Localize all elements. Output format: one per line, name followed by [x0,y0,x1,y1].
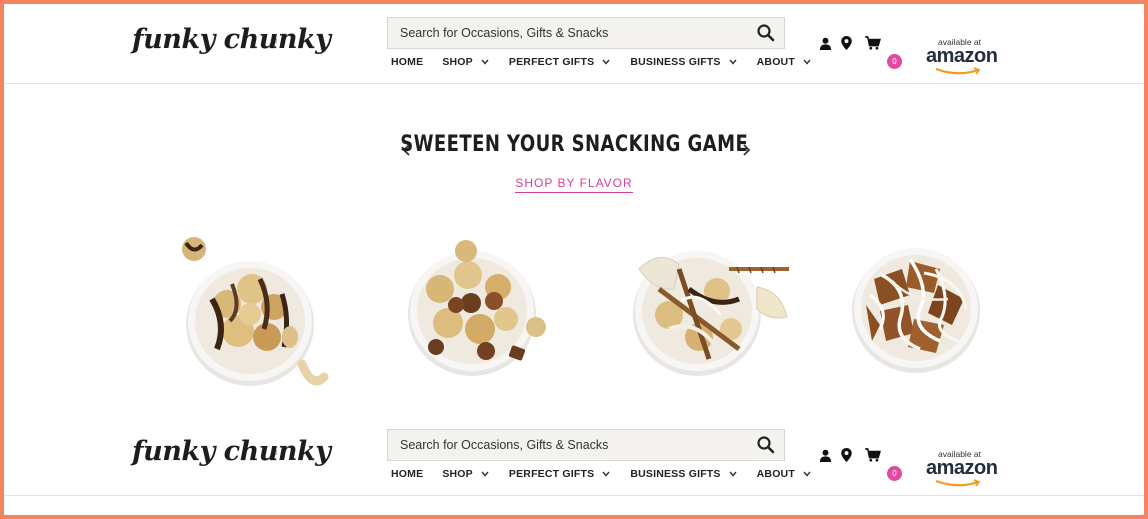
nav-shop[interactable]: SHOP [442,468,489,480]
logo-text: funky chunky [132,24,331,55]
nav-perfect-gifts[interactable]: PERFECT GIFTS [509,56,610,68]
cart-count-badge[interactable]: 0 [887,54,902,69]
amazon-badge[interactable]: available at amazon [926,449,1002,489]
header-icons [816,446,886,464]
nav-perfect-gifts[interactable]: PERFECT GIFTS [509,468,610,480]
user-icon[interactable] [816,34,834,52]
site-logo[interactable]: funky chunky ® [132,18,331,68]
site-logo[interactable]: funky chunky ® [132,430,331,480]
nav-label: BUSINESS GIFTS [630,468,721,480]
search-icon[interactable] [756,435,776,455]
page-frame: funky chunky ® HOME SHOP PERFECT GIFTS B… [4,4,1144,515]
hero-title-container: SWEETEN YOUR SNACKING GAME [4,132,1144,157]
chevron-down-icon [602,471,610,477]
cart-icon[interactable] [863,446,883,464]
search-input[interactable] [388,18,748,48]
chevron-down-icon [729,59,737,65]
product-image-1[interactable] [172,229,342,399]
user-icon[interactable] [816,446,834,464]
cart-count-badge[interactable]: 0 [887,466,902,481]
nav-about[interactable]: ABOUT [757,56,811,68]
nav-label: HOME [391,468,424,480]
site-header: funky chunky ® HOME SHOP PERFECT GIFTS B… [4,4,1144,84]
nav-label: ABOUT [756,56,795,68]
shop-by-flavor-link[interactable]: SHOP BY FLAVOR [515,176,633,193]
shop-by-flavor-container: SHOP BY FLAVOR [4,174,1144,193]
nav-label: BUSINESS GIFTS [630,56,721,68]
header-icons [816,34,886,52]
hero-title: SWEETEN YOUR SNACKING GAME [399,132,748,157]
logo-text: funky chunky [132,436,331,467]
nav-home[interactable]: HOME [391,468,423,480]
amazon-logo-text: amazon [926,45,998,67]
chevron-down-icon [803,59,811,65]
logo-registered-mark: ® [272,38,278,45]
nav-home[interactable]: HOME [391,56,423,68]
location-pin-icon[interactable] [837,446,855,464]
nav-label: PERFECT GIFTS [508,468,595,480]
amazon-badge[interactable]: available at amazon [926,37,1002,77]
cart-icon[interactable] [863,34,883,52]
chevron-down-icon [481,59,489,65]
nav-label: PERFECT GIFTS [508,56,595,68]
chevron-right-icon[interactable] [739,142,753,158]
sticky-header: funky chunky ® HOME SHOP PERFECT GIFTS B… [4,416,1144,496]
amazon-smile-icon [935,479,981,487]
nav-label: ABOUT [756,468,795,480]
amazon-smile-icon [935,67,981,75]
nav-about[interactable]: ABOUT [757,468,811,480]
chevron-down-icon [803,471,811,477]
location-pin-icon[interactable] [837,34,855,52]
nav-label: SHOP [442,56,473,68]
nav-label: SHOP [442,468,473,480]
nav-label: HOME [391,56,424,68]
main-nav: HOME SHOP PERFECT GIFTS BUSINESS GIFTS A… [391,54,811,70]
nav-business-gifts[interactable]: BUSINESS GIFTS [630,56,737,68]
nav-shop[interactable]: SHOP [442,56,489,68]
nav-business-gifts[interactable]: BUSINESS GIFTS [630,468,737,480]
chevron-down-icon [602,59,610,65]
search-bar [387,17,785,49]
search-bar [387,429,785,461]
chevron-down-icon [729,471,737,477]
product-image-4[interactable] [840,229,1010,399]
search-icon[interactable] [756,23,776,43]
search-input[interactable] [388,430,748,460]
product-image-2[interactable] [396,229,566,399]
chevron-down-icon [481,471,489,477]
amazon-logo-text: amazon [926,457,998,479]
logo-registered-mark: ® [272,450,278,457]
product-image-3[interactable] [619,229,789,399]
main-nav: HOME SHOP PERFECT GIFTS BUSINESS GIFTS A… [391,466,811,482]
